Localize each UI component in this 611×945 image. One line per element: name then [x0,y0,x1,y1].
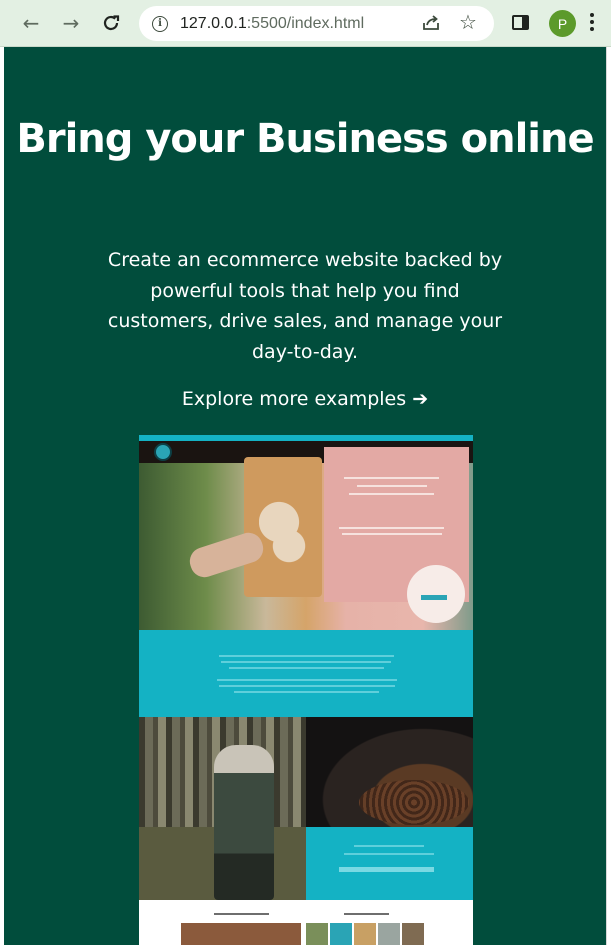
explore-link-label: Explore more examples [181,388,407,410]
url-host: 127.0.0.1 [180,14,247,32]
preview-section-heading [344,913,389,915]
page-viewport: Bring your Business online Create an eco… [4,47,606,945]
browser-toolbar: ← → i 127.0.0.1:5500/index.html ☆ P [0,0,611,47]
forward-button[interactable]: → [56,8,86,38]
side-panel-icon[interactable] [512,15,529,30]
preview-card-text [342,533,442,535]
url-text: 127.0.0.1:5500/index.html [180,15,364,33]
preview-logo [154,443,172,461]
arrow-left-icon: ← [22,11,40,35]
preview-product-thumb [354,923,376,945]
profile-initial: P [557,15,568,32]
preview-bag-print [259,490,309,570]
reload-button[interactable] [96,8,126,38]
preview-intro-section [139,630,473,717]
preview-product-thumb [306,923,328,945]
bookmark-star-icon[interactable]: ☆ [459,10,477,34]
hero-title: Bring your Business online [16,116,594,162]
profile-avatar[interactable]: P [549,10,576,37]
preview-product-thumb [402,923,424,945]
preview-text-line [234,691,379,693]
preview-badge [407,565,465,623]
window-edge [606,47,611,945]
preview-product-thumb [181,923,301,945]
arrow-right-icon: → [62,11,80,35]
preview-card-text [349,493,434,495]
preview-text-line [217,679,397,681]
preview-section-heading [214,913,269,915]
preview-email-input [339,867,434,872]
address-bar[interactable]: i 127.0.0.1:5500/index.html ☆ [139,6,494,41]
preview-text-line [344,853,434,855]
preview-text-line [219,685,395,687]
preview-text-line [219,655,394,657]
preview-product-thumb [330,923,352,945]
share-icon[interactable] [420,12,442,34]
preview-card-text [344,477,439,479]
url-path: :5500/index.html [246,14,365,32]
preview-card-text [357,485,427,487]
more-menu-icon[interactable] [590,13,594,34]
preview-farmer-figure [214,745,274,900]
preview-text-line [354,845,424,847]
preview-text-line [229,667,384,669]
preview-badge-button [421,595,447,600]
back-button[interactable]: ← [16,8,46,38]
preview-card-text [339,527,444,529]
explore-examples-link[interactable]: Explore more examples ➔ [4,384,606,414]
preview-product-thumb [378,923,400,945]
site-info-icon[interactable]: i [152,15,168,32]
preview-text-line [221,661,391,663]
example-store-screenshot [139,435,473,945]
arrow-right-icon: ➔ [412,388,429,410]
hero-subtitle: Create an ecommerce website backed by po… [107,249,503,363]
preview-coffee-beans [359,780,469,825]
preview-newsletter-section [306,827,473,900]
reload-icon [103,15,120,31]
